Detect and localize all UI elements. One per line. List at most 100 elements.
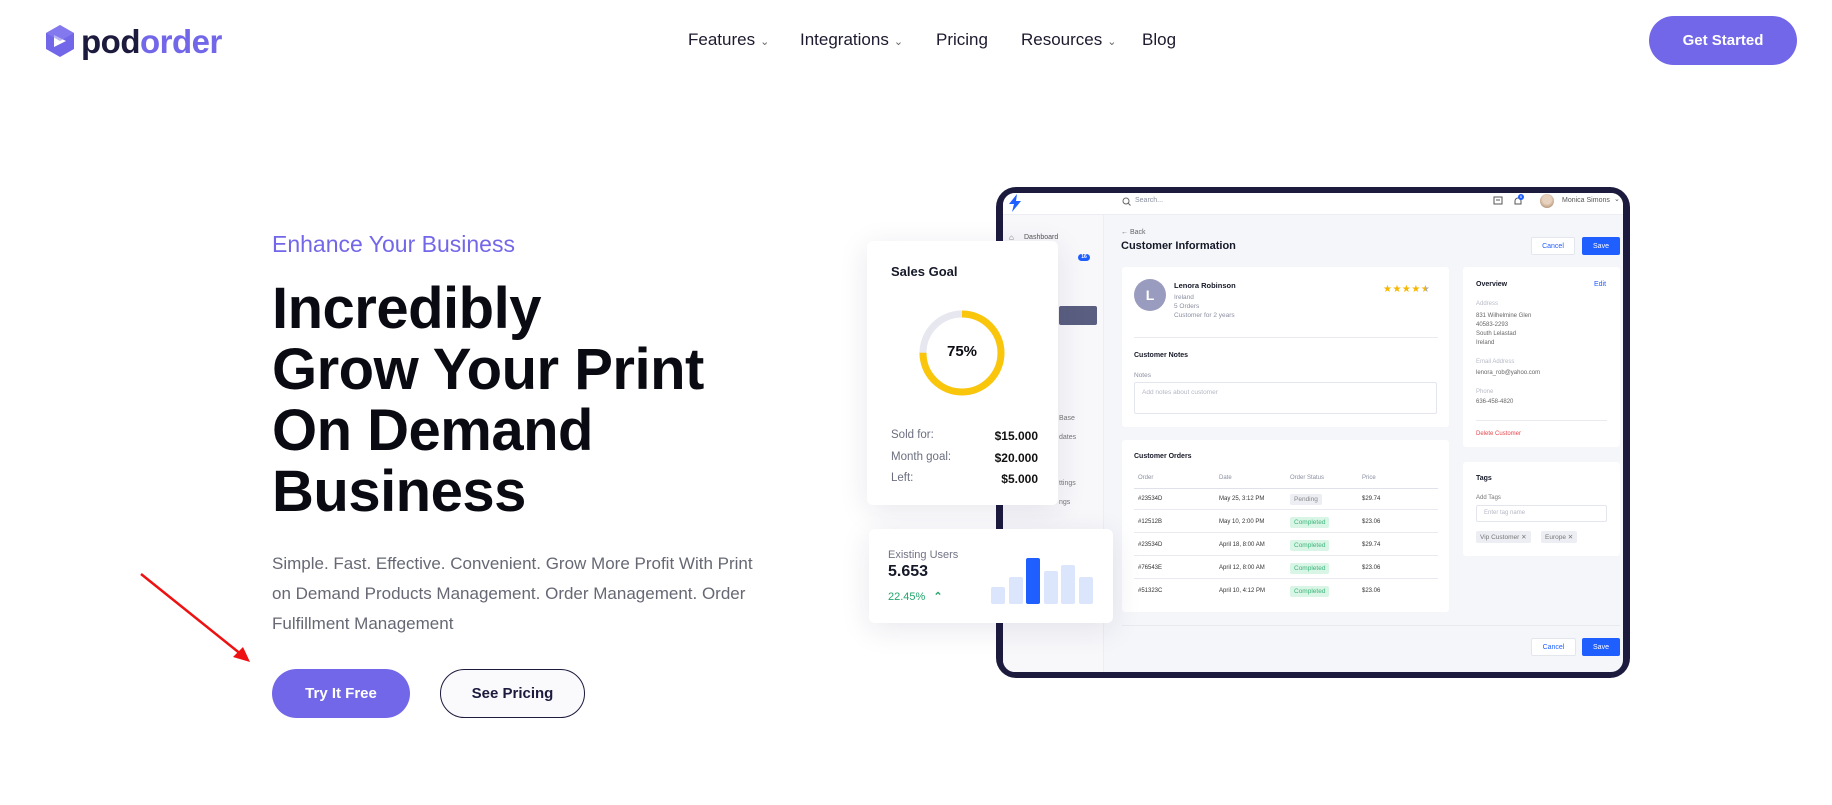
cell-order: #76543E bbox=[1138, 565, 1163, 571]
nav-features[interactable]: Features ⌄ bbox=[688, 30, 769, 50]
change-value: 22.45% bbox=[888, 591, 926, 603]
footer-divider bbox=[1122, 625, 1620, 626]
delete-customer-link[interactable]: Delete Customer bbox=[1476, 431, 1521, 437]
try-it-free-button[interactable]: Try It Free bbox=[272, 669, 410, 718]
logo-text-order: order bbox=[139, 22, 222, 60]
red-arrow-annotation bbox=[140, 573, 250, 662]
chat-icon[interactable] bbox=[1493, 196, 1503, 206]
notes-textarea[interactable]: Add notes about customer bbox=[1134, 382, 1437, 414]
tag-chip[interactable]: Europe ✕ bbox=[1541, 531, 1578, 543]
status-badge: Completed bbox=[1290, 586, 1330, 597]
chevron-down-icon[interactable]: ⌄ bbox=[1614, 195, 1620, 203]
hero-description-line: Fulfillment Management bbox=[272, 614, 454, 633]
bar bbox=[1061, 564, 1076, 604]
half-star-icon: ★ bbox=[1420, 284, 1431, 295]
sidebar-item-active[interactable] bbox=[1059, 306, 1097, 325]
notes-placeholder: Add notes about customer bbox=[1142, 389, 1218, 396]
search-icon bbox=[1122, 197, 1131, 206]
arrow-up-icon: ⌃ bbox=[933, 591, 943, 603]
sales-goal-title: Sales Goal bbox=[891, 264, 958, 279]
get-started-button[interactable]: Get Started bbox=[1649, 16, 1797, 65]
cell-date: April 18, 8:00 AM bbox=[1219, 542, 1265, 548]
sales-row-value: $20.000 bbox=[994, 450, 1038, 465]
tag-input-placeholder: Enter tag name bbox=[1484, 510, 1526, 516]
sidebar-item-dashboard[interactable]: Dashboard bbox=[1024, 234, 1058, 241]
column-header[interactable]: Date bbox=[1219, 475, 1232, 481]
cell-order: #12512B bbox=[1138, 519, 1163, 525]
hero-title-line: Incredibly bbox=[272, 276, 541, 341]
cell-date: May 10, 2:00 PM bbox=[1219, 519, 1265, 525]
nav-integrations[interactable]: Integrations ⌄ bbox=[800, 30, 903, 50]
sidebar-item-fragment[interactable]: dates bbox=[1059, 434, 1076, 441]
sales-row-value: $15.000 bbox=[994, 429, 1038, 443]
sidebar-badge: 16 bbox=[1078, 254, 1090, 261]
search-placeholder: Search... bbox=[1135, 197, 1164, 204]
nav-label: Pricing bbox=[936, 30, 988, 49]
nav-blog[interactable]: Blog bbox=[1142, 30, 1176, 50]
remove-tag-icon[interactable]: ✕ bbox=[1568, 534, 1573, 541]
cell-price: $29.74 bbox=[1362, 496, 1381, 502]
phone-label: Phone bbox=[1476, 389, 1494, 395]
nav-pricing[interactable]: Pricing bbox=[936, 30, 988, 50]
column-header[interactable]: Order Status bbox=[1290, 475, 1324, 481]
divider bbox=[1134, 555, 1438, 556]
logo-cube-icon bbox=[46, 25, 74, 57]
hero-eyebrow: Enhance Your Business bbox=[272, 231, 515, 257]
status-badge: Completed bbox=[1290, 540, 1330, 551]
user-name[interactable]: Monica Simons bbox=[1562, 197, 1610, 204]
app-logo-bolt-icon bbox=[1009, 194, 1021, 212]
customer-avatar: L bbox=[1134, 279, 1166, 311]
column-header[interactable]: Order bbox=[1138, 475, 1153, 481]
save-button[interactable]: Save bbox=[1582, 237, 1620, 255]
address-line: 40583-2293 bbox=[1476, 322, 1509, 328]
sidebar-item-fragment[interactable]: ngs bbox=[1059, 499, 1070, 506]
address-line: Ireland bbox=[1476, 340, 1495, 346]
cell-price: $23.06 bbox=[1362, 588, 1381, 594]
email-value: lenora_rob@yahoo.com bbox=[1476, 370, 1541, 376]
status-badge: Completed bbox=[1290, 517, 1330, 528]
sidebar-item-fragment[interactable]: Base bbox=[1059, 415, 1075, 422]
divider bbox=[1134, 509, 1438, 510]
tag-chip[interactable]: Vip Customer ✕ bbox=[1476, 531, 1531, 543]
orders-title: Customer Orders bbox=[1134, 453, 1192, 460]
back-link[interactable]: ← Back bbox=[1121, 229, 1146, 236]
cell-price: $29.74 bbox=[1362, 542, 1381, 548]
hero-title-line: Grow Your Print bbox=[272, 337, 704, 402]
hero-title-line: On Demand bbox=[272, 398, 594, 463]
tag-chip-label: Vip Customer bbox=[1480, 534, 1520, 541]
chevron-down-icon: ⌄ bbox=[893, 36, 904, 48]
save-button-bottom[interactable]: Save bbox=[1582, 638, 1620, 656]
customer-orders: 5 Orders bbox=[1174, 303, 1200, 310]
hero-title-line: Business bbox=[272, 459, 526, 524]
search-input[interactable]: Search... bbox=[1135, 197, 1335, 207]
cell-price: $23.06 bbox=[1362, 519, 1381, 525]
customer-tenure: Customer for 2 years bbox=[1174, 312, 1235, 319]
hero-description-line: on Demand Products Management. Order Man… bbox=[272, 584, 746, 603]
column-header[interactable]: Price bbox=[1362, 475, 1376, 481]
edit-link[interactable]: Edit bbox=[1594, 281, 1606, 288]
overview-title: Overview bbox=[1476, 281, 1508, 288]
phone-value: 636-458-4820 bbox=[1476, 399, 1514, 405]
see-pricing-button[interactable]: See Pricing bbox=[440, 669, 585, 718]
status-badge: Pending bbox=[1290, 494, 1322, 505]
hero-description-line: Simple. Fast. Effective. Convenient. Gro… bbox=[272, 554, 753, 573]
existing-users-change: 22.45% ⌃ bbox=[888, 590, 943, 603]
remove-tag-icon[interactable]: ✕ bbox=[1521, 534, 1526, 541]
sales-row-label: Left: bbox=[891, 472, 914, 484]
add-tags-label: Add Tags bbox=[1476, 495, 1501, 501]
status-badge: Completed bbox=[1290, 563, 1330, 574]
cancel-button[interactable]: Cancel bbox=[1531, 237, 1575, 255]
bar bbox=[1008, 576, 1023, 604]
sales-row-value: $5.000 bbox=[1001, 472, 1038, 486]
tags-title: Tags bbox=[1476, 475, 1492, 482]
divider bbox=[1476, 420, 1607, 421]
nav-resources[interactable]: Resources ⌄ bbox=[1021, 30, 1116, 50]
customer-country: Ireland bbox=[1174, 294, 1194, 301]
sidebar-item-fragment[interactable]: ttings bbox=[1059, 480, 1076, 487]
user-avatar[interactable] bbox=[1540, 194, 1554, 208]
nav-label: Resources bbox=[1021, 30, 1103, 49]
logo-text-pod: pod bbox=[81, 22, 140, 60]
logo[interactable]: podorder bbox=[45, 22, 222, 60]
tag-input[interactable]: Enter tag name bbox=[1476, 505, 1607, 522]
cancel-button-bottom[interactable]: Cancel bbox=[1531, 638, 1576, 656]
